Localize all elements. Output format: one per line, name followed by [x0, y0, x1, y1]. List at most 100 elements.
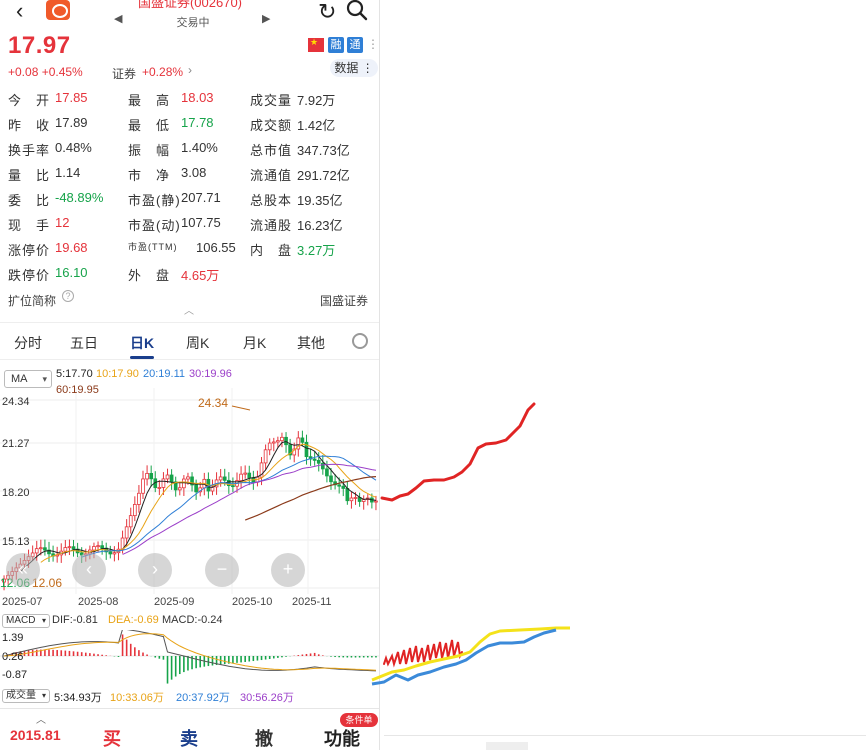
macd-chart[interactable] [0, 630, 380, 686]
connect-badge[interactable]: 通 [347, 37, 363, 53]
candle-body [149, 473, 154, 480]
cancel-order-button[interactable]: 撤 [255, 725, 273, 750]
quote-label: 今 开 [8, 93, 51, 108]
candle-body [194, 484, 198, 493]
indicator-select-volume[interactable]: 成交量 [2, 689, 50, 703]
malegend-item: 10:17.90 [96, 368, 139, 380]
candle-body [177, 487, 182, 491]
candle-body [341, 485, 346, 489]
quote-value: 1.14 [55, 165, 81, 180]
candle-body [353, 497, 358, 499]
candle-body [345, 488, 350, 502]
zoom-in-button[interactable]: + [271, 553, 305, 587]
price-change: +0.08 +0.45% [8, 65, 83, 79]
quote-value: -48.89% [55, 190, 104, 205]
quote-value: 207.71 [181, 190, 221, 205]
sell-button[interactable]: 卖 [180, 725, 198, 750]
quote-value: 7.92万 [297, 93, 336, 108]
china-flag-icon [308, 37, 324, 52]
quote-row: 换手率 0.48% 振 幅 1.40% 总市值 347.73亿 [0, 140, 379, 160]
settings-gear-icon[interactable] [352, 333, 368, 349]
search-icon[interactable] [346, 0, 368, 21]
tab-0[interactable]: 分时 [14, 333, 42, 353]
red-drawn-price-line [380, 402, 536, 502]
sector-change: +0.28% [142, 65, 184, 79]
back-chevron-left-icon[interactable]: ‹ [16, 0, 23, 22]
scroll-left-button[interactable]: ‹ [72, 553, 106, 587]
tab-4[interactable]: 月K [243, 333, 266, 353]
candle-body [157, 487, 162, 489]
next-stock-arrow-icon[interactable]: ▶ [262, 12, 270, 25]
tab-2[interactable]: 日K [130, 333, 154, 353]
quote-label: 外 盘 [128, 268, 171, 283]
more-vertical-icon[interactable]: ⋮ [367, 37, 379, 51]
index-value[interactable]: 2015.81 [10, 727, 61, 743]
margin-badge[interactable]: 融 [328, 37, 344, 53]
candle-body [145, 473, 149, 480]
sector-label[interactable]: 证券 [112, 65, 136, 82]
current-price: 17.97 [8, 32, 71, 59]
quote-value: 16.10 [55, 265, 88, 280]
expand-caret-icon[interactable]: ︿ [36, 711, 46, 726]
candle-body [100, 545, 104, 549]
candle-body [132, 504, 137, 517]
tab-3[interactable]: 周K [186, 333, 209, 353]
function-button[interactable]: 功能 [324, 725, 360, 750]
quote-label: 总市值 [250, 143, 293, 158]
collapse-caret-icon[interactable]: ︿ [184, 302, 194, 317]
candle-body [137, 492, 141, 505]
chart-tabs: 分时 五日 日K 周K 月K 其他 [0, 322, 379, 360]
quote-label: 流通股 [250, 218, 293, 233]
candle-body [186, 476, 190, 480]
candle-body [92, 546, 96, 551]
quote-row: 涨停价 19.68 市盈(TTM) 106.55 内 盘 3.27万 [0, 240, 379, 260]
candle-body [112, 552, 117, 555]
zoom-out-button[interactable]: − [205, 553, 239, 587]
kline-x-label: 2025-08 [78, 596, 119, 608]
rewind-button[interactable]: « [6, 553, 40, 587]
indicator-select-macd[interactable]: MACD [2, 614, 50, 628]
prev-stock-arrow-icon[interactable]: ◀ [114, 12, 122, 25]
quote-value: 4.65万 [181, 268, 220, 283]
candle-body [300, 437, 305, 443]
quote-value: 3.08 [181, 165, 207, 180]
kline-y-label: 15.13 [2, 536, 30, 548]
kline-chart[interactable] [0, 388, 380, 594]
quote-label: 市盈(静) [128, 193, 181, 208]
high-marker-line [231, 405, 251, 411]
quote-row: 委 比 -48.89% 市盈(静) 207.71 总股本 19.35亿 [0, 190, 379, 210]
conditional-order-badge[interactable]: 条件单 [340, 713, 378, 727]
candle-body [141, 478, 145, 494]
candle-body [124, 526, 129, 539]
quote-label: 最 低 [128, 118, 171, 133]
candle-body [374, 500, 378, 503]
macd-y-label-mid: 0.26 [2, 651, 24, 663]
candle-body [329, 475, 333, 483]
help-icon[interactable]: ? [62, 290, 74, 302]
stock-logo-icon [46, 0, 70, 20]
candle-body [218, 476, 223, 481]
quote-row: 昨 收 17.89 最 低 17.78 成交额 1.42亿 [0, 115, 379, 135]
data-button-label: 数据 [334, 61, 359, 75]
malegend-item: 30:19.96 [189, 368, 232, 380]
tab-1[interactable]: 五日 [70, 333, 98, 353]
candle-body [169, 474, 174, 483]
sector-chevron-right-icon[interactable]: › [188, 63, 192, 77]
quote-value: 19.68 [55, 240, 88, 255]
data-button[interactable]: 数据 ⋮ [330, 59, 378, 77]
candle-body [349, 497, 354, 502]
quote-label: 最 高 [128, 93, 171, 108]
refresh-icon[interactable]: ↻ [318, 0, 336, 25]
red-drawn-macd-bars [383, 639, 463, 668]
buy-button[interactable]: 买 [103, 725, 121, 750]
indicator-select-ma[interactable]: MA [4, 370, 52, 388]
candle-body [128, 515, 133, 528]
candle-body [96, 545, 100, 548]
candle-body [263, 449, 268, 464]
scroll-right-button[interactable]: › [138, 553, 172, 587]
mlegend-item: MACD:-0.24 [162, 614, 223, 626]
candle-body [222, 476, 227, 481]
tab-5[interactable]: 其他 [297, 333, 325, 353]
active-tab-underline [130, 356, 154, 359]
vlegend-item: 5:34.93万 [54, 692, 102, 704]
